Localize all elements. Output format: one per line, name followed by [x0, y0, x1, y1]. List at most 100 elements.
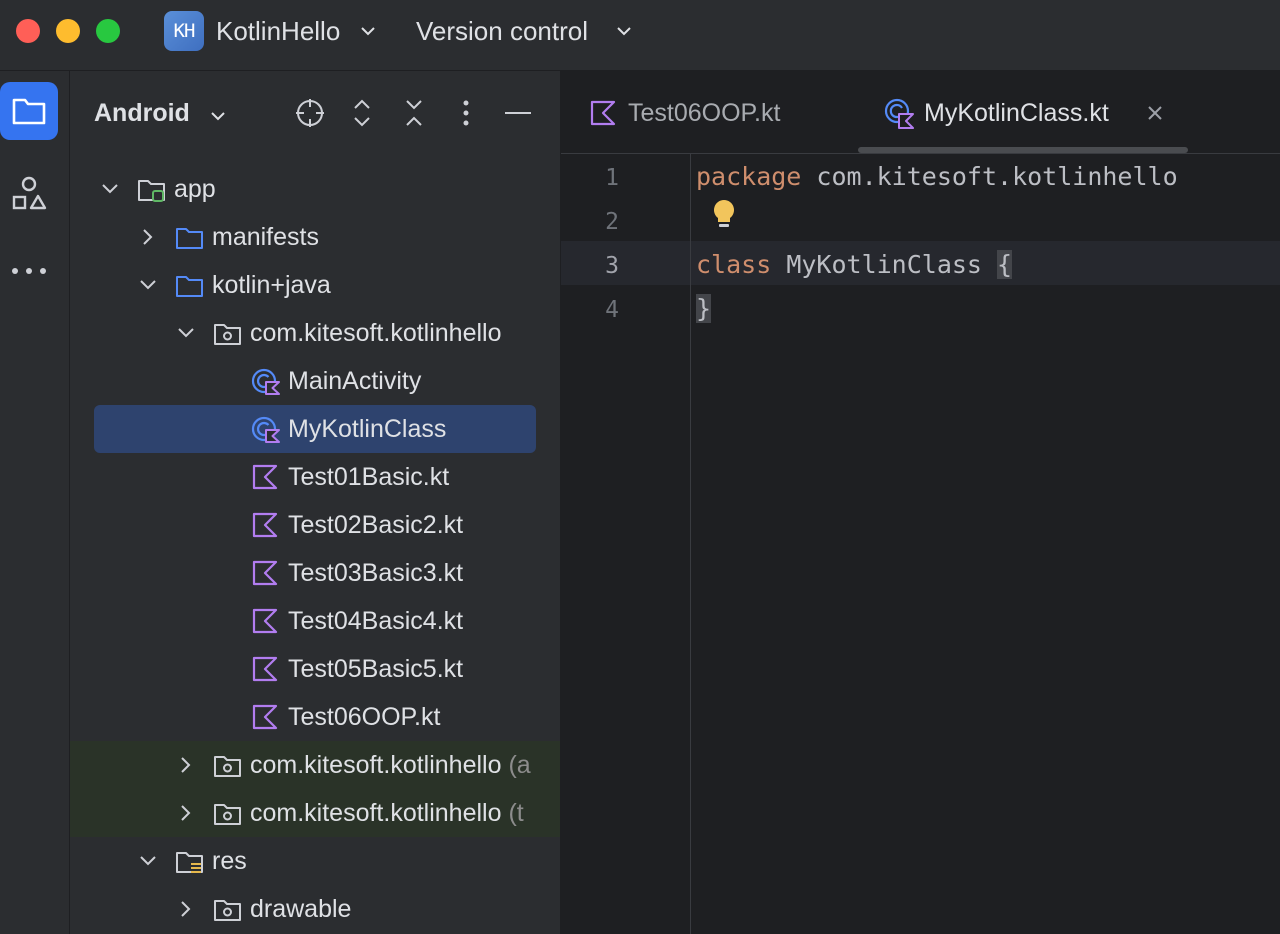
code-text: MyKotlinClass [771, 250, 998, 279]
tab-label: Test06OOP.kt [628, 99, 781, 127]
tree-item-text: kotlin+java [212, 271, 331, 299]
kotlin-file-icon [252, 704, 278, 730]
folder-icon [176, 228, 203, 249]
project-view-selector[interactable]: Android [94, 99, 190, 128]
package-icon [214, 324, 241, 345]
package-icon [214, 804, 241, 825]
code-text: com.kitesoft.kotlinhello [801, 162, 1178, 191]
tree-item-label: com.kitesoft.kotlinhello (t [250, 799, 524, 828]
hide-icon[interactable] [502, 97, 534, 129]
kotlin-file-icon [590, 100, 616, 126]
code-keyword: package [696, 162, 802, 191]
options-icon[interactable] [450, 97, 482, 129]
matched-brace: { [997, 250, 1013, 279]
chevron-down-icon[interactable] [614, 21, 634, 41]
project-name-dropdown[interactable]: KotlinHello [216, 16, 340, 47]
tree-item-label: Test01Basic.kt [288, 463, 449, 492]
tab-mykotlinclass[interactable]: MyKotlinClass.kt [861, 71, 1191, 153]
chevron-down-icon[interactable] [358, 21, 378, 41]
chevron-down-icon[interactable] [100, 179, 120, 199]
tree-item-text: Test05Basic5.kt [288, 655, 464, 683]
more-icon [12, 268, 46, 274]
tool-window-stripe [0, 71, 70, 934]
chevron-down-icon[interactable] [176, 323, 196, 343]
version-control-dropdown[interactable]: Version control [416, 16, 588, 47]
locate-icon[interactable] [294, 97, 326, 129]
structure-tool-button[interactable] [0, 163, 58, 221]
kotlin-file-icon [252, 560, 278, 586]
editor-tab-bar: Test06OOP.kt MyKotlinClass.kt [561, 71, 1280, 154]
expand-all-icon[interactable] [346, 97, 378, 129]
collapse-all-icon[interactable] [398, 97, 430, 129]
tree-item[interactable]: Test02Basic2.kt [70, 501, 560, 549]
chevron-right-icon[interactable] [138, 227, 158, 247]
gutter-divider [690, 153, 691, 934]
kotlin-file-icon [252, 608, 278, 634]
tree-item-label: drawable [250, 895, 351, 924]
tree-item[interactable]: res [70, 837, 560, 885]
kotlin-class-icon [251, 416, 280, 443]
title-bar: KH KotlinHello Version control [0, 0, 1280, 71]
code-line-1[interactable]: package com.kitesoft.kotlinhello [696, 162, 1178, 191]
tree-item[interactable]: Test05Basic5.kt [70, 645, 560, 693]
line-number: 4 [605, 297, 619, 323]
kotlin-file-icon [252, 656, 278, 682]
tree-item-text: com.kitesoft.kotlinhello [250, 751, 502, 779]
tree-item-label: res [212, 847, 247, 876]
project-badge[interactable]: KH [164, 11, 204, 51]
window-maximize-button[interactable] [96, 19, 120, 43]
chevron-right-icon[interactable] [176, 899, 196, 919]
tree-item-label: manifests [212, 223, 319, 252]
tree-item-text: res [212, 847, 247, 875]
kotlin-file-icon [252, 464, 278, 490]
window-minimize-button[interactable] [56, 19, 80, 43]
chevron-down-icon[interactable] [208, 106, 228, 126]
tree-item-text: manifests [212, 223, 319, 251]
tree-item-text: Test02Basic2.kt [288, 511, 464, 539]
tree-item-label: com.kitesoft.kotlinhello [250, 319, 502, 348]
chevron-right-icon[interactable] [176, 803, 196, 823]
tree-item[interactable]: com.kitesoft.kotlinhello (a [70, 741, 560, 789]
package-icon [214, 900, 241, 921]
matched-brace: } [696, 294, 712, 323]
tree-item-text: Test03Basic3.kt [288, 559, 464, 587]
chevron-down-icon[interactable] [138, 851, 158, 871]
chevron-right-icon[interactable] [176, 755, 196, 775]
kotlin-file-icon [252, 512, 278, 538]
tree-item[interactable]: Test06OOP.kt [70, 693, 560, 741]
tree-item-text: Test01Basic.kt [288, 463, 450, 491]
tab-test06oop[interactable]: Test06OOP.kt [561, 71, 861, 153]
lightbulb-icon[interactable] [711, 198, 737, 230]
tree-item-label: MainActivity [288, 367, 421, 396]
window-close-button[interactable] [16, 19, 40, 43]
tree-item[interactable]: drawable [70, 885, 560, 933]
tree-item[interactable]: kotlin+java [70, 261, 560, 309]
structure-icon [12, 176, 47, 210]
code-line-3[interactable]: class MyKotlinClass { [696, 250, 1013, 279]
tree-item-label: com.kitesoft.kotlinhello (a [250, 751, 531, 780]
tree-item[interactable]: com.kitesoft.kotlinhello [70, 309, 560, 357]
tree-item[interactable]: Test01Basic.kt [70, 453, 560, 501]
project-tool-button[interactable] [0, 82, 58, 140]
tree-item-suffix: (t [501, 799, 524, 827]
chevron-down-icon[interactable] [138, 275, 158, 295]
line-number: 3 [605, 253, 619, 279]
tree-item[interactable]: MyKotlinClass [70, 405, 560, 453]
tree-item-text: com.kitesoft.kotlinhello [250, 799, 502, 827]
tree-item-label: Test06OOP.kt [288, 703, 440, 732]
tree-item[interactable]: com.kitesoft.kotlinhello (t [70, 789, 560, 837]
more-tools-button[interactable] [0, 243, 58, 301]
tree-item[interactable]: Test04Basic4.kt [70, 597, 560, 645]
tree-item-text: MyKotlinClass [288, 415, 447, 443]
tree-item-label: Test04Basic4.kt [288, 607, 463, 636]
close-icon[interactable] [1145, 103, 1165, 123]
tree-item[interactable]: app [70, 165, 560, 213]
project-panel: Android app manifests kotlin+java com.kites… [70, 71, 560, 934]
tree-item[interactable]: MainActivity [70, 357, 560, 405]
tab-label: MyKotlinClass.kt [924, 99, 1109, 127]
line-number: 1 [605, 165, 619, 191]
tree-item[interactable]: Test03Basic3.kt [70, 549, 560, 597]
tree-item[interactable]: manifests [70, 213, 560, 261]
tree-item-label: kotlin+java [212, 271, 331, 300]
code-line-4[interactable]: } [696, 294, 712, 323]
